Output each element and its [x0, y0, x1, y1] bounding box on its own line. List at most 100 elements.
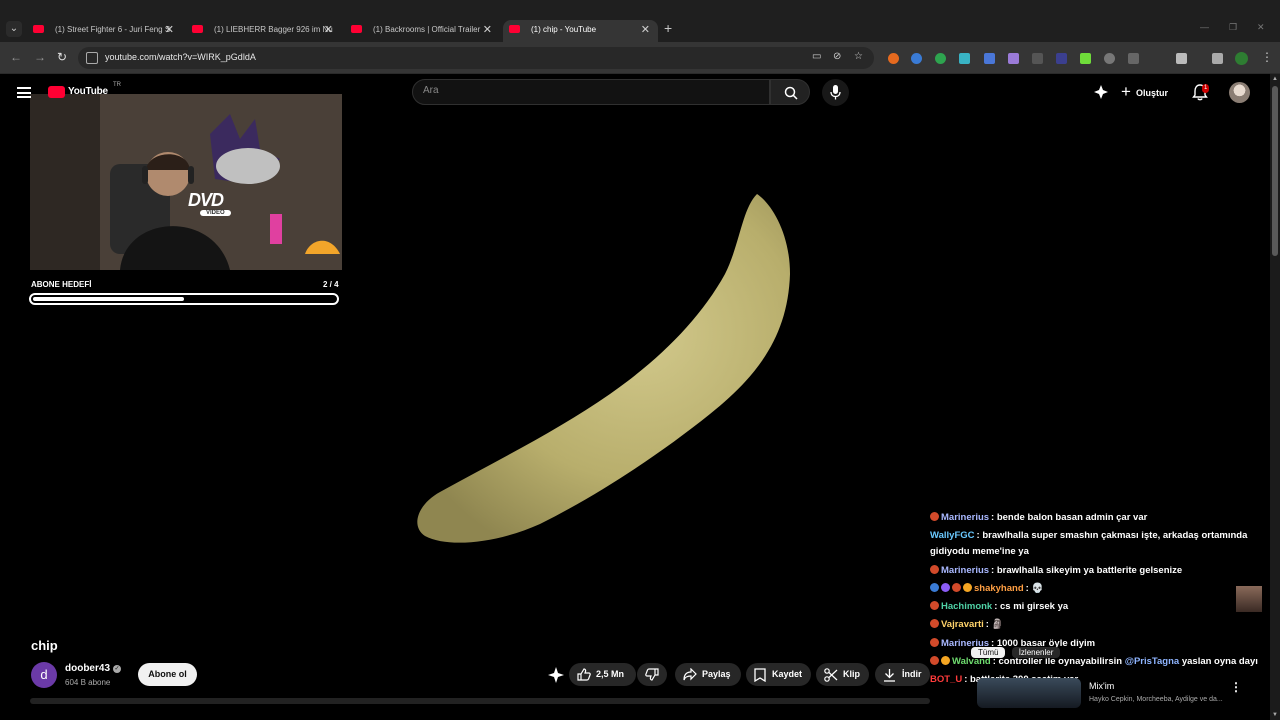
new-tab-icon[interactable]: + — [664, 20, 672, 36]
bookmark-star-icon[interactable]: ☆ — [854, 51, 863, 62]
forward-icon[interactable]: → — [34, 50, 46, 64]
chat-overlay: Marinerius: bende balon basan admin çar … — [928, 510, 1260, 691]
chip-watched[interactable]: İzlenenler — [1011, 647, 1061, 658]
extension-icon[interactable] — [959, 53, 970, 64]
search-input[interactable] — [423, 85, 753, 96]
browser-tab-active[interactable]: (1) chip - YouTube ✕ — [503, 20, 658, 42]
extension-icon[interactable] — [935, 53, 946, 64]
save-button[interactable]: Kaydet — [746, 663, 811, 686]
chip-all[interactable]: Tümü — [971, 647, 1006, 658]
profile-icon[interactable] — [1235, 52, 1248, 65]
related-filter-chips: Tümü İzlenenler — [971, 647, 1064, 658]
tracking-protection-icon[interactable]: ⊘ — [833, 51, 841, 62]
site-info-icon[interactable] — [86, 52, 98, 64]
tab-close-icon[interactable]: ✕ — [483, 20, 492, 40]
account-avatar[interactable] — [1229, 82, 1250, 103]
chat-username[interactable]: WallyFGC — [930, 530, 975, 541]
thumbs-up-icon — [577, 668, 591, 681]
extension-icon[interactable] — [1128, 53, 1139, 64]
chat-badge-icon — [952, 582, 961, 592]
tab-title: (1) Street Fighter 6 - Juri Feng S — [55, 25, 171, 34]
reload-icon[interactable]: ↻ — [57, 50, 67, 64]
window-close-icon[interactable]: ✕ — [1257, 22, 1265, 33]
chat-text: : bende balon basan admin çar var — [991, 512, 1148, 523]
subscribe-button[interactable]: Abone ol — [138, 663, 197, 686]
ask-ai-icon[interactable] — [548, 667, 564, 683]
share-button[interactable]: Paylaş — [675, 663, 741, 686]
chat-message: WallyFGC: brawlhalla super smashın çakma… — [928, 528, 1260, 560]
chat-message: shakyhand: 💀 — [928, 581, 1260, 597]
description-box-edge[interactable] — [30, 698, 930, 704]
extension-icon[interactable] — [1080, 53, 1091, 64]
more-options-icon[interactable]: ⋮ — [1230, 680, 1242, 694]
youtube-play-icon — [48, 86, 65, 98]
youtube-logo[interactable]: YouTube TR — [48, 82, 121, 100]
tab-close-icon[interactable]: ✕ — [165, 20, 174, 40]
chat-mention[interactable]: @PrisTagna — [1125, 656, 1180, 667]
chat-text: : 💀 — [1025, 582, 1044, 594]
chat-text: : 🗿 — [985, 619, 1004, 631]
chat-username[interactable]: shakyhand — [974, 583, 1024, 594]
extension-icon[interactable] — [1056, 53, 1067, 64]
chat-message: Marinerius: bende balon basan admin çar … — [928, 510, 1260, 526]
dvd-logo: DVD VIDEO — [188, 190, 231, 216]
reading-list-icon[interactable] — [1212, 53, 1223, 64]
extensions-puzzle-icon[interactable] — [1176, 53, 1187, 64]
plus-icon: + — [1121, 82, 1131, 101]
dislike-button[interactable] — [637, 663, 667, 686]
chat-badge-icon — [963, 582, 972, 592]
tab-search-chevron-icon[interactable]: ⌄ — [6, 21, 22, 37]
potato-chip — [417, 194, 790, 543]
like-button[interactable]: 2,5 Mn — [569, 663, 636, 686]
browser-menu-icon[interactable]: ⋮ — [1261, 50, 1273, 64]
chat-username[interactable]: Marinerius — [941, 512, 989, 523]
tab-title: (1) LIEBHERR Bagger 926 im Nu — [214, 25, 333, 34]
chat-username[interactable]: Vajravarti — [941, 619, 984, 630]
notification-badge: 1 — [1202, 84, 1210, 93]
extension-icon[interactable] — [888, 53, 899, 64]
chat-text: yaslan oyna dayı — [1179, 656, 1258, 668]
maximize-icon[interactable]: ❐ — [1229, 22, 1237, 33]
scissors-icon — [824, 668, 838, 682]
extension-icon[interactable] — [1032, 53, 1043, 64]
url-text[interactable]: youtube.com/watch?v=WIRK_pGdldA — [105, 52, 256, 62]
extension-icon[interactable] — [911, 53, 922, 64]
mix-subtitle: Hayko Cepkin, Morcheeba, Aydilge ve da..… — [1089, 696, 1223, 703]
voice-search-button[interactable] — [822, 79, 849, 106]
minimize-icon[interactable]: — — [1200, 22, 1209, 32]
mix-thumbnail[interactable] — [977, 678, 1081, 708]
extension-icon[interactable] — [1104, 53, 1115, 64]
tab-close-icon[interactable]: ✕ — [324, 20, 333, 40]
chat-badge-icon — [930, 601, 939, 611]
download-button[interactable]: İndir — [875, 663, 930, 686]
address-bar[interactable]: youtube.com/watch?v=WIRK_pGdldA ▭ ⊘ ☆ — [78, 47, 874, 69]
sparkle-ai-icon[interactable] — [1094, 85, 1108, 99]
scrollbar-thumb[interactable] — [1272, 86, 1278, 256]
cast-icon[interactable]: ▭ — [812, 51, 821, 62]
scroll-down-icon[interactable]: ▼ — [1272, 712, 1278, 718]
chat-username[interactable]: Marinerius — [941, 565, 989, 576]
mix-title[interactable]: Mix'im — [1089, 681, 1114, 691]
channel-avatar[interactable]: d — [31, 662, 57, 688]
chat-badge-icon — [941, 582, 950, 592]
browser-tab[interactable]: (1) Backrooms | Official Trailer ✕ — [345, 20, 500, 42]
scroll-up-icon[interactable]: ▲ — [1272, 76, 1278, 82]
create-button[interactable]: + Oluştur — [1118, 82, 1168, 104]
tab-close-icon[interactable]: ✕ — [641, 20, 650, 40]
guide-menu-icon[interactable] — [17, 87, 31, 98]
browser-tab[interactable]: (1) Street Fighter 6 - Juri Feng S ✕ — [27, 20, 182, 42]
page-scrollbar[interactable]: ▲ ▼ — [1270, 74, 1280, 720]
extension-icon[interactable] — [1008, 53, 1019, 64]
clip-button[interactable]: Klip — [816, 663, 869, 686]
chat-username[interactable]: Hachimonk — [941, 601, 992, 612]
youtube-favicon-icon — [509, 25, 520, 33]
back-icon[interactable]: ← — [10, 50, 22, 64]
channel-name[interactable]: doober43 — [65, 663, 110, 674]
browser-tab[interactable]: (1) LIEBHERR Bagger 926 im Nu ✕ — [186, 20, 341, 42]
tab-title: (1) Backrooms | Official Trailer — [373, 25, 481, 34]
extension-icon[interactable] — [984, 53, 995, 64]
subscriber-goal-progress — [29, 293, 339, 305]
chat-username[interactable]: BOT_U — [930, 674, 962, 685]
search-box[interactable] — [412, 79, 770, 105]
search-button[interactable] — [770, 79, 810, 105]
